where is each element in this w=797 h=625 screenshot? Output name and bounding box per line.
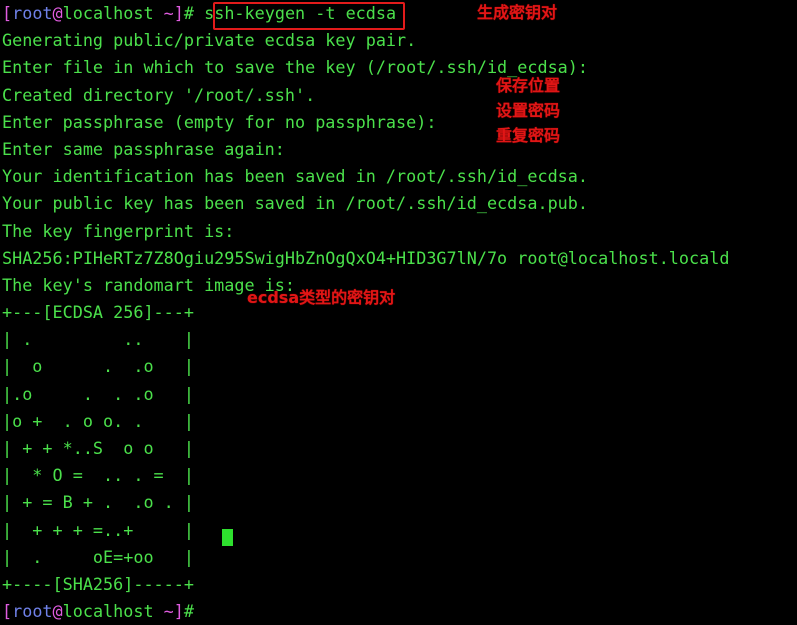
randomart-line-0: +---[ECDSA 256]---+ (2, 302, 194, 323)
terminal-line-out-0: Generating public/private ecdsa key pair… (2, 30, 417, 51)
final-prompt-hash: # (183, 601, 195, 622)
randomart-line-2: | o . .o | (2, 356, 194, 377)
randomart-line-5: | + + *..S o o | (2, 438, 194, 458)
terminal-line-command: [root@localhost ~]# ssh-keygen -t ecdsa (0, 0, 797, 27)
annotation-4: ecdsa类型的密钥对 (247, 288, 396, 307)
annotation-3: 重复密码 (496, 126, 561, 145)
prompt-hash: # (183, 3, 195, 23)
terminal-window[interactable]: [root@localhost ~]# ssh-keygen -t ecdsa … (0, 0, 797, 621)
final-prompt-host: localhost (62, 601, 154, 622)
final-prompt-at: @ (52, 601, 63, 622)
final-prompt-cwd: ~ (153, 601, 174, 622)
final-prompt-bracket-open: [ (2, 601, 13, 622)
terminal-line-out-6: Your public key has been saved in /root/… (2, 193, 588, 214)
randomart-line-9: | . oE=+oo | (2, 546, 194, 567)
text-cursor (222, 529, 233, 546)
randomart-line-10: +----[SHA256]-----+ (2, 573, 194, 594)
terminal-line-out-3: Enter passphrase (empty for no passphras… (2, 111, 437, 132)
terminal-line-fingerprint: SHA256:PIHeRTz7Z8Ogiu295SwigHbZnOgQxO4+H… (2, 247, 730, 268)
terminal-line-out-5: Your identification has been saved in /r… (2, 166, 588, 187)
prompt-user: root (12, 3, 53, 23)
annotation-0: 生成密钥对 (477, 3, 558, 22)
terminal-line-final-prompt: [root@localhost ~]# (0, 598, 797, 625)
annotation-2: 设置密码 (496, 101, 561, 120)
prompt-host: localhost (62, 3, 154, 23)
prompt-cwd: ~ (153, 3, 174, 23)
terminal-line-out-4: Enter same passphrase again: (2, 138, 285, 159)
randomart-line-6: | * O = .. . = | (2, 465, 194, 486)
annotation-1: 保存位置 (496, 76, 561, 95)
command-text: ssh-keygen -t ecdsa (194, 3, 396, 23)
randomart-line-8: | + + + =..+ | (2, 519, 194, 540)
randomart-line-7: | + = B + . .o . | (2, 492, 194, 513)
final-prompt-bracket-close: ] (173, 601, 184, 622)
prompt-bracket-open: [ (2, 3, 13, 23)
randomart-line-3: |.o . . .o | (2, 383, 194, 404)
final-prompt-user: root (12, 601, 53, 622)
prompt-at: @ (52, 3, 63, 23)
randomart-line-1: | . .. | (2, 329, 194, 350)
randomart-line-4: |o + . o o. . | (2, 410, 194, 431)
terminal-line-out-1: Enter file in which to save the key (/ro… (2, 57, 588, 78)
terminal-line-out-7: The key fingerprint is: (2, 220, 235, 241)
terminal-line-out-9: The key's randomart image is: (2, 274, 295, 295)
terminal-line-out-2: Created directory '/root/.ssh'. (2, 84, 316, 105)
command-string: ssh-keygen -t ecdsa (204, 3, 397, 23)
prompt-bracket-close: ] (173, 3, 184, 23)
